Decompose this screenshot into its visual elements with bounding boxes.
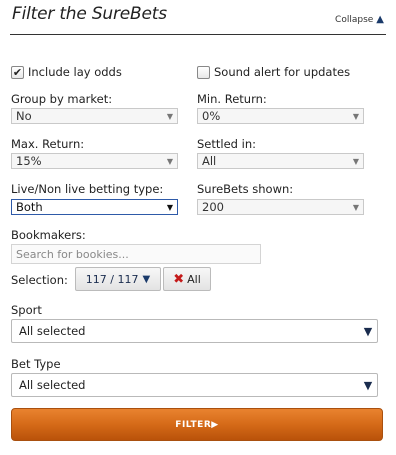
min-return-select[interactable]: 0% ▼ — [197, 108, 364, 124]
selection-count: 117 / 117 — [85, 272, 139, 286]
chevron-down-icon: ▼ — [142, 273, 151, 285]
sport-select[interactable]: All selected ▼ — [11, 319, 378, 343]
group-by-market-value: No — [16, 109, 32, 123]
settled-in-label: Settled in: — [197, 137, 256, 151]
surebets-shown-select[interactable]: 200 ▼ — [197, 199, 364, 215]
max-return-value: 15% — [16, 154, 42, 168]
collapse-toggle[interactable]: Collapse ▲ — [335, 14, 384, 25]
sport-label: Sport — [11, 303, 42, 317]
selection-count-button[interactable]: 117 / 117 ▼ — [75, 267, 161, 291]
bet-type-value: All selected — [19, 378, 86, 392]
sound-alert-checkbox[interactable] — [197, 65, 210, 79]
bet-type-label: Bet Type — [11, 357, 61, 371]
group-by-market-label: Group by market: — [11, 92, 113, 106]
bookmaker-search-input[interactable] — [11, 244, 261, 264]
surebets-shown-label: SureBets shown: — [197, 182, 294, 196]
include-lay-odds-option[interactable]: ✔ Include lay odds — [11, 65, 122, 79]
filter-button[interactable]: FILTER▶ — [11, 408, 383, 441]
chevron-down-icon: ▼ — [363, 324, 373, 338]
selection-label: Selection: — [11, 273, 68, 287]
live-type-value: Both — [16, 200, 43, 214]
min-return-value: 0% — [202, 109, 221, 123]
chevron-down-icon: ▼ — [166, 111, 174, 121]
live-type-select[interactable]: Both ▼ — [11, 199, 178, 215]
bet-type-select[interactable]: All selected ▼ — [11, 373, 378, 397]
bookmakers-label: Bookmakers: — [11, 228, 86, 242]
include-lay-odds-checkbox[interactable]: ✔ — [11, 65, 24, 79]
header-divider — [10, 34, 386, 35]
min-return-label: Min. Return: — [197, 92, 267, 106]
max-return-select[interactable]: 15% ▼ — [11, 153, 178, 169]
group-by-market-select[interactable]: No ▼ — [11, 108, 178, 124]
sound-alert-label: Sound alert for updates — [214, 65, 351, 79]
chevron-down-icon: ▼ — [363, 378, 373, 392]
chevron-down-icon: ▼ — [166, 202, 174, 212]
check-icon: ✔ — [12, 65, 23, 79]
settled-in-value: All — [202, 154, 217, 168]
live-type-label: Live/Non live betting type: — [11, 182, 164, 196]
chevron-down-icon: ▼ — [352, 202, 360, 212]
max-return-label: Max. Return: — [11, 137, 85, 151]
collapse-up-icon: ▲ — [376, 14, 384, 25]
clear-icon: ✖ — [173, 271, 185, 287]
settled-in-select[interactable]: All ▼ — [197, 153, 364, 169]
chevron-down-icon: ▼ — [352, 156, 360, 166]
panel-title: Filter the SureBets — [12, 4, 167, 24]
select-all-button[interactable]: ✖ All — [163, 267, 211, 291]
surebets-shown-value: 200 — [202, 200, 224, 214]
sound-alert-option[interactable]: Sound alert for updates — [197, 65, 350, 79]
select-all-label: All — [187, 272, 201, 286]
chevron-down-icon: ▼ — [166, 156, 174, 166]
sport-value: All selected — [19, 324, 86, 338]
collapse-label: Collapse — [335, 14, 374, 25]
chevron-down-icon: ▼ — [352, 111, 360, 121]
include-lay-odds-label: Include lay odds — [28, 65, 122, 79]
